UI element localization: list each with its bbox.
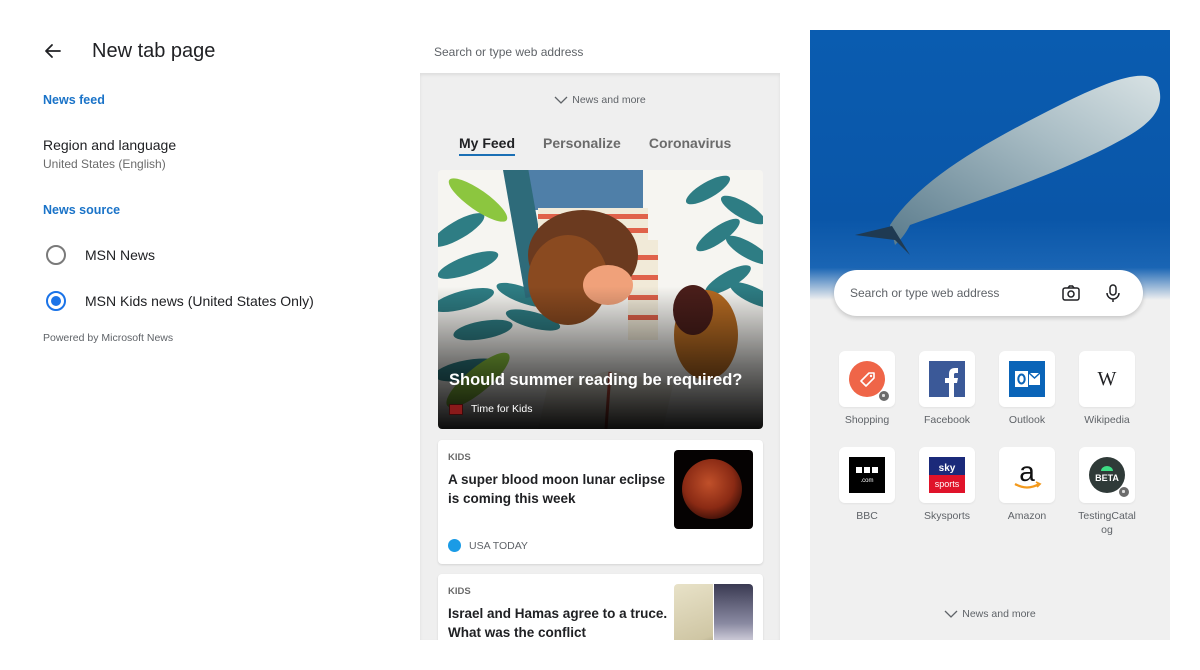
chevron-down-icon [554,96,568,104]
tile-amazon[interactable]: a Amazon [992,447,1062,523]
ntp-news-and-more-toggle[interactable]: News and more [810,608,1170,620]
ntp-search-placeholder: Search or type web address [850,286,1000,300]
tile-label: TestingCatal og [1078,510,1136,536]
powered-by-text: Powered by Microsoft News [43,332,174,344]
arrow-left-icon [45,44,61,58]
card-title: A super blood moon lunar eclipse is comi… [448,472,666,506]
tile-label: Shopping [844,414,890,426]
tile-label: Facebook [923,414,971,426]
ntp-search-box[interactable]: Search or type web address [834,270,1143,316]
news-card[interactable]: KIDS Israel and Hamas agree to a truce. … [438,574,763,640]
svg-text:BETA: BETA [1095,473,1119,483]
svg-text:sports: sports [935,479,960,489]
tile-testingcatalog[interactable]: BETA TestingCatal og [1072,447,1142,537]
address-bar[interactable]: Search or type web address [420,30,780,73]
tile-label: Amazon [1007,510,1047,522]
wikipedia-icon: W [1097,367,1117,390]
tile-shopping[interactable]: Shopping [832,351,902,427]
tile-label: Skysports [923,510,971,522]
pin-badge-icon [878,390,890,402]
chevron-down-icon [944,610,958,618]
tile-label: Outlook [1008,414,1046,426]
radio-msn-kids-news[interactable]: MSN Kids news (United States Only) [46,290,314,312]
tile-skysports[interactable]: sky sports Skysports [912,447,982,523]
camera-icon[interactable] [1061,283,1081,303]
bbc-icon: .com [849,457,885,493]
tile-facebook[interactable]: Facebook [912,351,982,427]
news-card[interactable]: KIDS A super blood moon lunar eclipse is… [438,440,763,564]
svg-text:a: a [1019,457,1035,487]
hero-source-name: Time for Kids [471,403,533,415]
pin-badge-icon [1118,486,1130,498]
card-category: KIDS [448,452,471,463]
amazon-icon: a [1014,457,1042,489]
new-tab-page-panel: Search or type web address Shopping Face… [810,30,1170,640]
card-category: KIDS [448,586,471,597]
region-value: United States (English) [43,157,166,171]
radio-button-checked[interactable] [46,291,66,311]
hero-source: Time for Kids [449,403,532,415]
hero-headline: Should summer reading be required? [449,371,743,389]
hero-gradient [438,170,763,429]
svg-text:sky: sky [939,463,956,474]
tile-label: Wikipedia [1084,414,1130,426]
radio-button[interactable] [46,245,66,265]
back-button[interactable] [42,40,64,62]
region-title: Region and language [43,137,177,153]
radio-msn-news[interactable]: MSN News [46,244,155,266]
radio-label: MSN News [85,247,156,263]
israel-hamas-thumbnail [674,584,753,640]
time-for-kids-logo-icon [449,403,463,415]
background-image-whale [810,30,1170,300]
tile-outlook[interactable]: Outlook [992,351,1062,427]
usa-today-logo-icon [448,539,461,552]
news-feed-header: News feed [43,93,105,107]
skysports-icon: sky sports [929,457,965,493]
news-feed-panel: News and more My Feed Personalize Corona… [420,73,780,640]
news-and-more-toggle[interactable]: News and more [420,94,780,106]
address-placeholder: Search or type web address [434,44,584,59]
svg-text:.com: .com [860,478,873,484]
tile-wikipedia[interactable]: W Wikipedia [1072,351,1142,427]
news-and-more-label: News and more [962,608,1036,620]
microphone-icon[interactable] [1103,283,1123,303]
tab-personalize[interactable]: Personalize [543,135,621,156]
card-source: USA TODAY [448,539,528,552]
card-source-name: USA TODAY [469,539,528,552]
outlook-icon [1009,361,1045,397]
tab-coronavirus[interactable]: Coronavirus [649,135,731,156]
radio-label: MSN Kids news (United States Only) [85,293,314,309]
blood-moon-thumbnail [674,450,753,529]
page-title: New tab page [92,40,216,62]
news-source-header: News source [43,203,121,217]
tile-bbc[interactable]: .com BBC [832,447,902,523]
tab-my-feed[interactable]: My Feed [459,135,516,156]
card-title: Israel and Hamas agree to a truce. What … [448,606,668,640]
tile-label: BBC [856,510,878,522]
feed-tabs: My Feed Personalize Coronavirus [459,135,759,156]
facebook-icon [929,361,965,397]
settings-panel: New tab page News feed Region and langua… [0,0,400,670]
hero-article[interactable]: Should summer reading be required? Time … [438,170,763,429]
news-and-more-label: News and more [572,94,646,106]
